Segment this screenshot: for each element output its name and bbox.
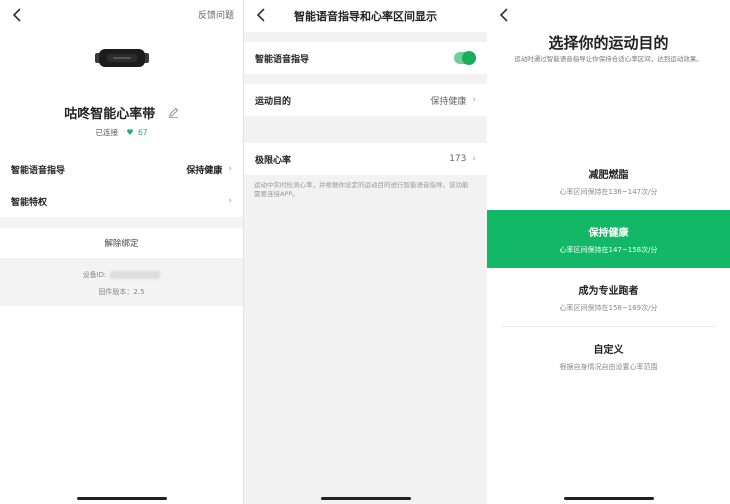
device-name-heading: 咕咚智能心率带 bbox=[0, 103, 243, 122]
heart-rate-value: 67 bbox=[137, 128, 148, 137]
goal-name: 自定义 bbox=[593, 344, 624, 356]
home-indicator bbox=[563, 497, 654, 500]
back-button[interactable] bbox=[497, 7, 513, 23]
row-value: 保持健康 bbox=[186, 165, 223, 176]
max-heart-rate-row[interactable]: 极限心率 173 › bbox=[244, 143, 487, 175]
device-detail-screen: 反馈问题 咕咚智能心率带 已连接 ♥ 67 智能语音指导 保持健康 › 智能特权 bbox=[0, 0, 243, 504]
chevron-left-icon bbox=[499, 8, 508, 22]
device-id-redacted bbox=[110, 271, 161, 279]
device-id-label: 设备ID: bbox=[82, 271, 107, 279]
row-label: 智能语音指导 bbox=[255, 54, 310, 65]
goal-name: 减肥燃脂 bbox=[588, 169, 629, 181]
device-info-panel bbox=[0, 258, 243, 306]
home-indicator bbox=[320, 497, 411, 500]
device-id-line: 设备ID: bbox=[0, 270, 243, 280]
choose-goal-screen: 选择你的运动目的 运动时通过智能语音指导让你保持合适心率区间，达到运动效果。 减… bbox=[487, 0, 730, 504]
voice-guidance-toggle[interactable] bbox=[454, 51, 476, 65]
goal-option-fat-burn[interactable]: 减肥燃脂 心率区间保持在136~147次/分 bbox=[487, 152, 730, 210]
section-gap bbox=[0, 217, 243, 228]
back-button[interactable] bbox=[10, 7, 26, 23]
home-indicator bbox=[76, 497, 167, 500]
page-title: 智能语音指导和心率区间显示 bbox=[294, 10, 437, 23]
voice-guidance-row[interactable]: 智能语音指导 保持健康 › bbox=[0, 153, 243, 185]
voice-guidance-screen: 智能语音指导和心率区间显示 智能语音指导 运动目的 保持健康 › 极限心率 17… bbox=[244, 0, 487, 504]
guidance-note: 运动中实时检测心率，并根据你设定的运动目的进行智能语音指导。该功能需要连接APP… bbox=[254, 181, 469, 199]
row-label: 运动目的 bbox=[255, 96, 292, 107]
row-value: 保持健康 bbox=[430, 96, 467, 107]
goal-range: 心率区间保持在147~158次/分 bbox=[559, 245, 658, 254]
feedback-link[interactable]: 反馈问题 bbox=[198, 8, 234, 21]
voice-guidance-toggle-row[interactable]: 智能语音指导 bbox=[244, 42, 487, 74]
pencil-icon[interactable] bbox=[168, 107, 179, 122]
unbind-button[interactable]: 解除绑定 bbox=[0, 228, 243, 258]
page-title: 选择你的运动目的 bbox=[548, 34, 669, 52]
goal-name: 保持健康 bbox=[588, 227, 629, 239]
heart-icon: ♥ bbox=[126, 128, 134, 137]
chevron-right-icon: › bbox=[472, 154, 476, 164]
firmware-version: 固件版本：2.5 bbox=[98, 288, 145, 296]
goal-option-stay-healthy[interactable]: 保持健康 心率区间保持在147~158次/分 bbox=[487, 210, 730, 268]
goal-range: 根据自身情况自由设置心率范围 bbox=[559, 362, 658, 371]
chevron-right-icon: › bbox=[228, 164, 232, 174]
toggle-knob bbox=[462, 51, 476, 65]
smart-privilege-row[interactable]: 智能特权 › bbox=[0, 185, 243, 217]
exercise-goal-row[interactable]: 运动目的 保持健康 › bbox=[244, 84, 487, 116]
heart-rate-strap-image bbox=[95, 47, 149, 69]
row-value: 173 bbox=[449, 154, 467, 164]
goal-name: 成为专业跑者 bbox=[578, 285, 639, 297]
chevron-right-icon: › bbox=[472, 95, 476, 105]
goal-option-pro-runner[interactable]: 成为专业跑者 心率区间保持在158~169次/分 bbox=[487, 268, 730, 326]
row-label: 智能语音指导 bbox=[11, 165, 66, 176]
page-subtitle: 运动时通过智能语音指导让你保持合适心率区间，达到运动效果。 bbox=[514, 55, 703, 63]
connection-status: 已连接 ♥ 67 bbox=[0, 127, 243, 138]
chevron-left-icon bbox=[12, 8, 21, 22]
goal-range: 心率区间保持在158~169次/分 bbox=[559, 303, 658, 312]
chevron-right-icon: › bbox=[228, 196, 232, 206]
device-name-text: 咕咚智能心率带 bbox=[64, 107, 156, 122]
row-label: 极限心率 bbox=[255, 155, 292, 166]
connection-status-text: 已连接 bbox=[95, 128, 119, 137]
goal-range: 心率区间保持在136~147次/分 bbox=[559, 187, 658, 196]
row-label: 智能特权 bbox=[11, 197, 48, 208]
goal-option-custom[interactable]: 自定义 根据自身情况自由设置心率范围 bbox=[487, 327, 730, 385]
